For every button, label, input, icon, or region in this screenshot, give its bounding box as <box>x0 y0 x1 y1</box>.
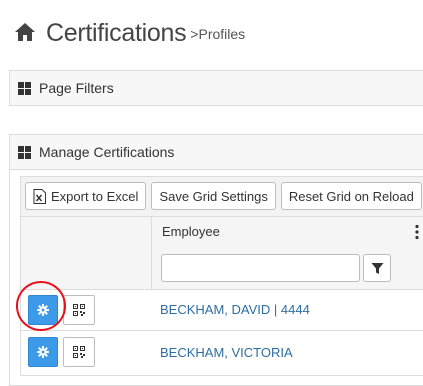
reset-grid-on-reload-button[interactable]: Reset Grid on Reload <box>280 182 422 210</box>
export-to-excel-label: Export to Excel <box>51 188 139 204</box>
breadcrumb: Certifications >Profiles <box>14 14 245 48</box>
save-grid-settings-button[interactable]: Save Grid Settings <box>151 182 276 210</box>
filter-button[interactable] <box>363 254 391 282</box>
qr-code-icon <box>73 346 85 358</box>
grid-toolbar: Export to Excel Save Grid Settings Reset… <box>25 182 422 210</box>
row-qr-code-button[interactable] <box>63 337 95 367</box>
page-filters-panel: Page Filters <box>9 70 423 106</box>
page-filters-header[interactable]: Page Filters <box>10 71 423 105</box>
page-title: Certifications <box>46 19 187 47</box>
table-row: BECKHAM, VICTORIA <box>21 330 423 375</box>
reset-grid-on-reload-label: Reset Grid on Reload <box>288 188 414 204</box>
breadcrumb-current: >Profiles <box>190 26 245 42</box>
employee-column-header[interactable]: Employee <box>162 224 220 239</box>
manage-certifications-header[interactable]: Manage Certifications <box>10 135 423 170</box>
table-row: BECKHAM, DAVID | 4444 <box>21 289 423 330</box>
home-icon[interactable] <box>14 22 36 42</box>
grid-icon <box>18 81 31 95</box>
row-qr-code-button[interactable] <box>63 295 95 325</box>
breadcrumb-current-label: Profiles <box>198 26 246 42</box>
employee-filter-input[interactable] <box>161 254 360 282</box>
filter-icon <box>371 262 383 274</box>
excel-icon <box>33 188 46 204</box>
column-menu-icon[interactable] <box>415 224 419 240</box>
manage-certifications-title: Manage Certifications <box>39 144 175 160</box>
employee-link[interactable]: BECKHAM, VICTORIA <box>160 345 293 360</box>
employee-link[interactable]: BECKHAM, DAVID | 4444 <box>160 302 310 317</box>
save-grid-settings-label: Save Grid Settings <box>159 188 268 204</box>
qr-code-icon <box>73 304 85 316</box>
export-to-excel-button[interactable]: Export to Excel <box>25 182 147 210</box>
row-settings-button[interactable] <box>28 337 58 367</box>
page-filters-title: Page Filters <box>39 80 114 96</box>
grid-icon <box>18 145 31 159</box>
gear-icon <box>37 346 49 358</box>
